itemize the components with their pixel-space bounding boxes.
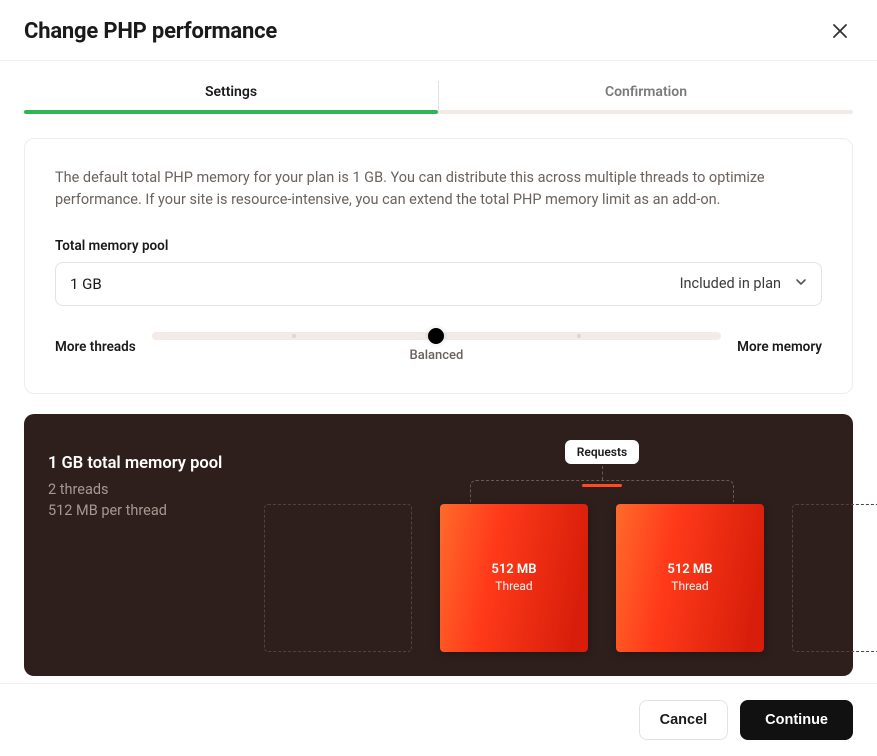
step-label: Confirmation <box>605 84 687 110</box>
thread-label: Thread <box>495 579 532 593</box>
step-bar-active <box>24 110 438 114</box>
slider-left-label: More threads <box>55 339 136 355</box>
step-confirmation[interactable]: Confirmation <box>439 81 853 114</box>
memory-pool-value: 1 GB <box>70 275 102 293</box>
settings-description: The default total PHP memory for your pl… <box>55 167 822 212</box>
preview-card: 1 GB total memory pool 2 threads 512 MB … <box>24 414 853 676</box>
modal-header: Change PHP performance <box>0 0 877 61</box>
slider-caption: Balanced <box>409 348 463 363</box>
chevron-down-icon <box>795 275 807 292</box>
thread-size: 512 MB <box>667 562 712 577</box>
modal-title: Change PHP performance <box>24 19 277 44</box>
settings-card: The default total PHP memory for your pl… <box>24 138 853 394</box>
slider-tick <box>577 334 581 338</box>
thread-placeholder <box>792 504 877 652</box>
accent-strip <box>582 484 622 487</box>
requests-pill: Requests <box>565 440 639 464</box>
memory-pool-select[interactable]: 1 GB Included in plan <box>55 262 822 306</box>
step-settings[interactable]: Settings <box>24 81 439 114</box>
preview-title: 1 GB total memory pool <box>48 454 248 473</box>
close-button[interactable] <box>827 18 853 44</box>
preview-threads: 2 threads <box>48 481 248 498</box>
thread-card: 512 MB Thread <box>616 504 764 652</box>
php-performance-modal: Change PHP performance Settings Confirma… <box>0 0 877 756</box>
memory-pool-label: Total memory pool <box>55 238 822 254</box>
thread-memory-slider[interactable]: Balanced <box>152 332 721 363</box>
slider-right-label: More memory <box>737 339 822 355</box>
connector-line <box>602 466 603 480</box>
continue-button[interactable]: Continue <box>740 700 853 740</box>
thread-size: 512 MB <box>491 562 536 577</box>
thread-label: Thread <box>671 579 708 593</box>
thread-diagram: Requests 512 MB Thread 512 MB Thread <box>264 438 877 652</box>
step-bar-inactive <box>439 110 853 114</box>
cancel-button[interactable]: Cancel <box>639 700 729 740</box>
slider-thumb[interactable] <box>428 328 444 344</box>
modal-footer: Cancel Continue <box>0 683 877 756</box>
preview-info: 1 GB total memory pool 2 threads 512 MB … <box>48 438 248 652</box>
stepper: Settings Confirmation <box>24 81 853 114</box>
memory-pool-badge: Included in plan <box>680 275 781 292</box>
thread-memory-slider-row: More threads Balanced More memory <box>55 332 822 363</box>
close-icon <box>833 26 847 41</box>
threads-row: 512 MB Thread 512 MB Thread <box>264 504 877 652</box>
thread-placeholder <box>264 504 412 652</box>
slider-tick <box>292 334 296 338</box>
step-label: Settings <box>205 84 257 110</box>
thread-card: 512 MB Thread <box>440 504 588 652</box>
preview-per-thread: 512 MB per thread <box>48 502 248 519</box>
